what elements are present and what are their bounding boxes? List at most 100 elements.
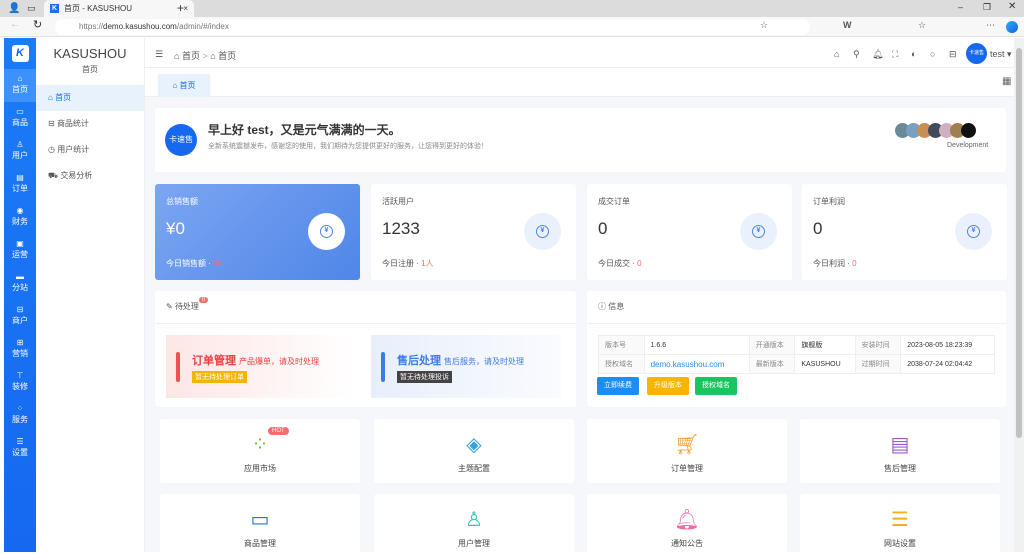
grid-menu-icon[interactable]: ▦ [1002,76,1011,87]
pending-aftersale-block[interactable]: 售后处理 售后服务，请及时处理 暂无待处理投诉 [371,335,561,398]
shop-icon: ⊟ [16,305,24,314]
renew-button[interactable]: 立即续费 [597,377,639,395]
order-icon: ▤ [16,173,24,182]
star-icon[interactable]: ☆ [760,20,768,31]
archive-icon: ▭ [250,509,270,531]
yen-icon: ¥ [524,213,561,250]
shortcut-apps[interactable]: ⁘ HOT 应用市场 [160,419,360,483]
rail-item-gift[interactable]: ⊞ 营销 [4,333,36,366]
workspaces-icon[interactable]: ▭ [27,3,36,14]
shortcut-label: 主题配置 [458,464,490,473]
tab-title: 首页 - KASUSHOU [64,4,133,13]
profile-icon[interactable]: 👤 [8,3,20,14]
rail-item-operation[interactable]: ▣ 运营 [4,234,36,267]
url-prefix: https:// [79,22,104,31]
rail-item-label: 财务 [12,217,28,226]
url-input[interactable]: https://demo.kasushou.com/admin/#/index [55,19,810,35]
collapse-menu-icon[interactable]: ☰ [155,49,163,60]
sidebar-item[interactable]: ⛟ 交易分析 [36,163,144,189]
restore-icon[interactable]: ❐ [983,2,991,13]
search-icon[interactable]: ⚲ [853,49,860,60]
info-key: 版本号 [598,335,645,355]
sidebar-item[interactable]: ◷ 用户统计 [36,137,144,163]
home-icon: ⌂ [17,74,23,83]
rail-item-substation[interactable]: ▬ 分站 [4,267,36,300]
shop-icon[interactable]: ⊟ [949,49,957,60]
back-icon[interactable]: ← [10,19,20,30]
tab-home[interactable]: ⌂ 首页 [158,74,210,97]
breadcrumb-item[interactable]: 首页 [182,51,200,61]
rail-item-home[interactable]: ⌂ 首页 [4,69,36,102]
user-avatar[interactable]: 卡速售 [966,43,987,64]
stat-sub-label: 今日利润 [813,259,845,268]
hot-badge: HOT [268,427,289,435]
favorites-icon[interactable]: ☆ [918,20,926,31]
shortcut-user[interactable]: ♙ 用户管理 [374,494,574,554]
service-icon: ⁘ [16,404,24,413]
shortcut-archive[interactable]: ▭ 商品管理 [160,494,360,554]
scrollbar-thumb[interactable] [1016,48,1022,438]
shortcut-label: 用户管理 [458,539,490,548]
authorize-domain-button[interactable]: 授权域名 [695,377,737,395]
bell-icon[interactable]: 🔔︎ [872,49,883,60]
close-window-icon[interactable]: ✕ [1008,1,1016,12]
more-icon[interactable]: ⋯ [986,20,995,31]
shortcut-cart[interactable]: 🛒︎ 订单管理 [587,419,787,483]
rail-item-shop[interactable]: ⊟ 商户 [4,300,36,333]
sidebar-subtitle: 首页 [82,65,98,74]
upgrade-button[interactable]: 升级版本 [647,377,689,395]
shortcut-label: 通知公告 [671,539,703,548]
rail-item-label: 用户 [12,151,28,160]
shortcut-bell[interactable]: 🔔︎ 通知公告 [587,494,787,554]
page-scrollbar[interactable] [1014,38,1024,552]
apps-icon: ⁘ [251,434,269,456]
refresh-icon[interactable]: ↻ [33,18,42,31]
substation-icon: ▬ [16,272,24,281]
fullscreen-icon[interactable]: ⛶ [892,49,898,60]
cart-icon: 🛒︎ [674,434,700,456]
pending-order-block[interactable]: 订单管理 产品爆单，请及时处理 暂无待处理订单 [166,335,356,398]
shortcut-document[interactable]: ▤ 售后管理 [800,419,1000,483]
gift-icon: ⊞ [16,338,24,347]
shortcut-theme[interactable]: ◈ 主题配置 [374,419,574,483]
stat-sub-label: 今日注册 [382,259,414,268]
sidebar-item-icon: ⛟ [48,171,59,180]
info-row: 版本号 1.6.6 开通版本 旗舰版 安装时间 2023-08-05 18:23:39 [598,335,995,355]
palette-icon[interactable]: ◐ [911,49,916,59]
close-tab-icon[interactable]: × [183,4,188,13]
home-icon[interactable]: ⌂ [834,49,839,59]
user-menu[interactable]: test ▾ [990,49,1012,60]
shortcut-sliders[interactable]: ☰ 网站设置 [800,494,1000,554]
yen-icon: ¥ [740,213,777,250]
info-key: 开通版本 [748,335,796,355]
rail-item-service[interactable]: ⁘ 服务 [4,399,36,432]
stat-label: 活跃用户 [382,197,414,206]
copilot-icon[interactable] [1006,21,1018,33]
rail-item-label: 运营 [12,250,28,259]
sidebar-item[interactable]: ⊟ 商品统计 [36,111,144,137]
rail-item-box[interactable]: ▭ 商品 [4,102,36,135]
refresh-icon[interactable]: ○ [930,49,935,59]
finance-icon: ◉ [16,206,24,215]
sidebar-item[interactable]: ⌂ 首页 [36,85,144,111]
browser-tab[interactable]: K 首页 - KASUSHOU × [44,0,194,17]
rail-item-finance[interactable]: ◉ 财务 [4,201,36,234]
extension-w-icon[interactable]: W [843,20,852,30]
rail-item-settings[interactable]: ☰ 设置 [4,432,36,465]
info-value: 1.6.6 [643,335,750,355]
rail-item-decorate[interactable]: ⊤ 装修 [4,366,36,399]
new-tab-icon[interactable]: + [177,1,184,15]
shortcut-label: 应用市场 [244,464,276,473]
rail-item-user[interactable]: ♙ 用户 [4,135,36,168]
stat-value: 0 [598,219,608,238]
stat-sub: 今日成交 · 0 [598,259,642,268]
username: test [990,49,1005,59]
info-value[interactable]: demo.kasushou.com [643,354,750,374]
stat-sub-value: 1人 [421,259,434,268]
bell-icon: 🔔︎ [674,509,700,531]
rail-item-label: 设置 [12,448,28,457]
page-tabs: ⌂ 首页 ▦ [145,68,1014,97]
stat-card: 活跃用户 1233 今日注册 · 1人 ¥ [371,184,576,280]
minimize-icon[interactable]: – [958,2,963,12]
rail-item-order[interactable]: ▤ 订单 [4,168,36,201]
